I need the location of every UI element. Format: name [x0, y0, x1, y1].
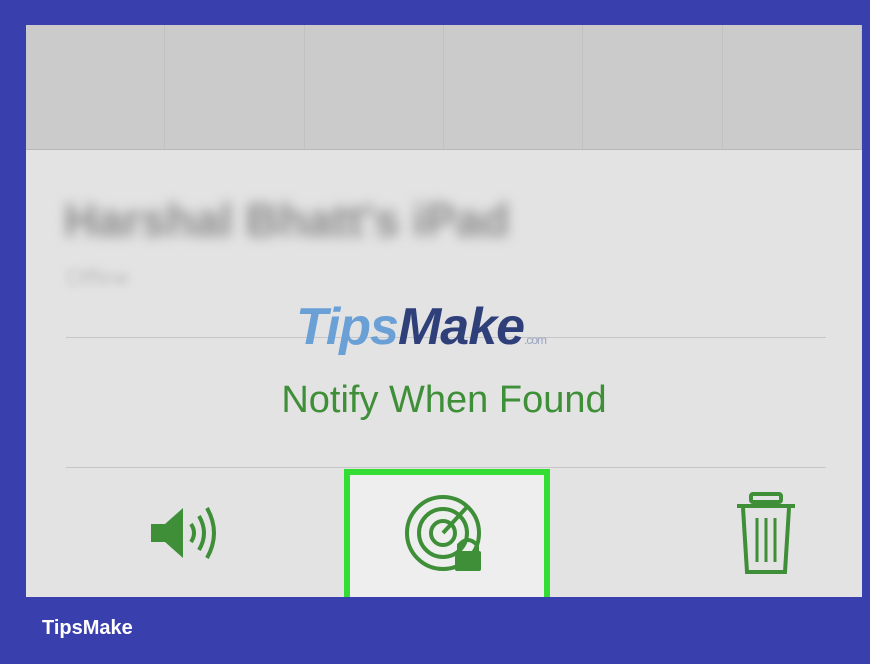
trash-icon — [737, 492, 795, 574]
lost-mode-button[interactable] — [344, 469, 550, 597]
watermark-logo: TipsMake.com — [296, 298, 547, 356]
footer-bar: TipsMake — [0, 597, 870, 664]
erase-button[interactable] — [666, 469, 862, 597]
action-bar — [26, 469, 862, 597]
device-name: Harshal Bhatt's iPad — [64, 194, 510, 246]
radar-lock-icon — [405, 495, 481, 571]
notify-when-found-button[interactable]: Notify When Found — [26, 379, 862, 422]
speaker-icon — [151, 507, 216, 559]
play-sound-button[interactable] — [86, 469, 286, 597]
map-area[interactable] — [26, 25, 862, 150]
divider — [66, 467, 826, 468]
brand-label: TipsMake — [42, 617, 133, 639]
screenshot-frame: Harshal Bhatt's iPad Offline TipsMake.co… — [26, 25, 862, 597]
device-status: Offline — [66, 265, 130, 290]
